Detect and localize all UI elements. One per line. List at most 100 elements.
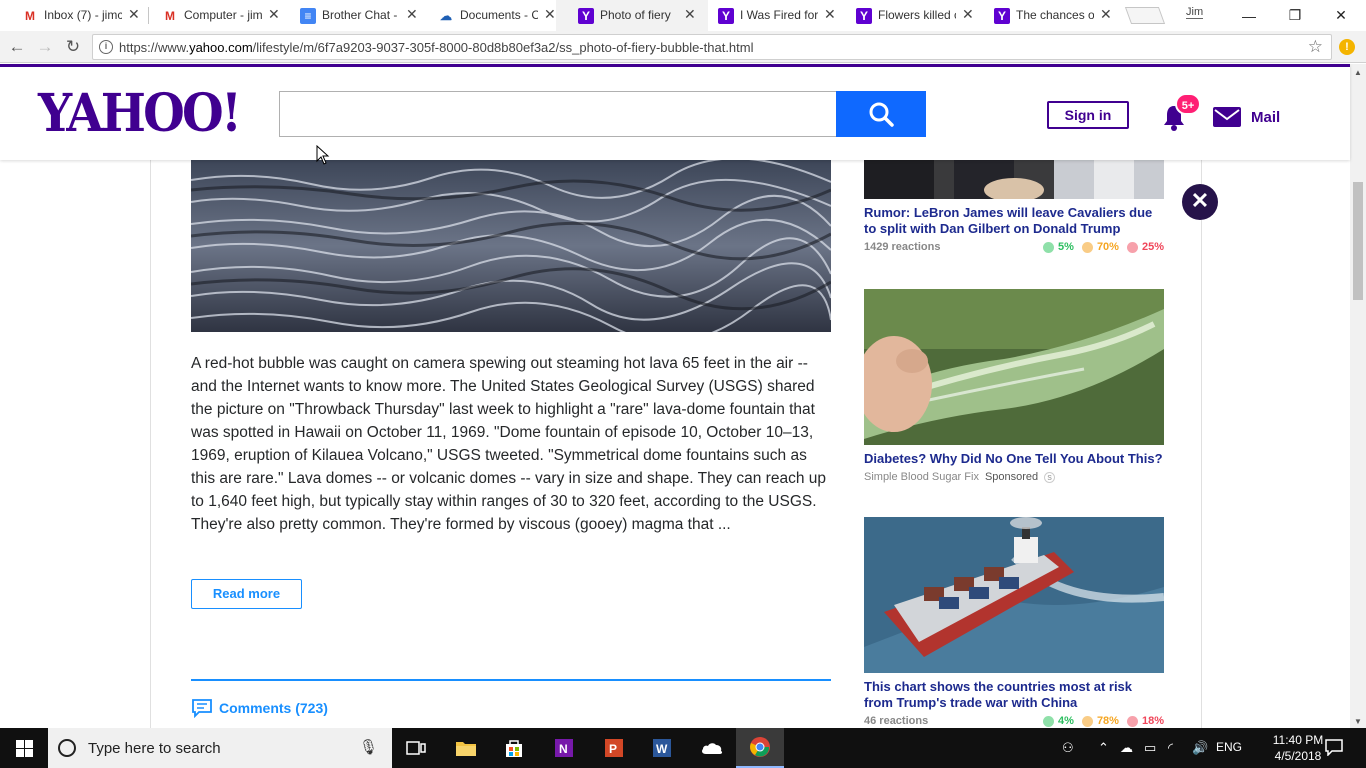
- store-button[interactable]: [490, 728, 538, 768]
- page-viewport: A red-hot bubble was caught on camera sp…: [0, 64, 1366, 728]
- tab-title: I Was Fired for: [740, 8, 818, 22]
- onedrive-icon: ☁: [440, 9, 452, 23]
- ad-info-icon[interactable]: s: [1044, 471, 1056, 483]
- mail-link[interactable]: Mail: [1213, 107, 1280, 127]
- info-icon[interactable]: i: [99, 40, 113, 54]
- windows-logo-icon: [15, 739, 33, 757]
- sad-face-icon: [1126, 241, 1138, 253]
- profile-button[interactable]: Jim: [1186, 6, 1204, 19]
- new-tab-button[interactable]: [1124, 7, 1166, 24]
- notification-center-icon[interactable]: [1325, 738, 1343, 756]
- scrollbar-thumb[interactable]: [1353, 182, 1363, 300]
- close-tab-icon[interactable]: ✕: [544, 6, 556, 23]
- sponsored-label: Sponsored: [984, 471, 1039, 483]
- close-tab-icon[interactable]: ✕: [1100, 6, 1112, 23]
- search-button[interactable]: [836, 91, 926, 137]
- file-explorer-button[interactable]: [442, 728, 490, 768]
- taskbar-search[interactable]: Type here to search 🎙: [48, 728, 392, 768]
- article-body: A red-hot bubble was caught on camera sp…: [191, 355, 826, 533]
- search-icon: [869, 102, 894, 127]
- tab-i-was-fired[interactable]: Y I Was Fired for ✕: [696, 0, 844, 31]
- bookmark-star-icon[interactable]: ☆: [1308, 37, 1323, 57]
- tab-documents[interactable]: ☁ Documents - C ✕: [416, 0, 564, 31]
- page-scrollbar[interactable]: ▲ ▼: [1350, 64, 1366, 728]
- tab-brother-chat[interactable]: ≡ Brother Chat - ✕: [278, 0, 426, 31]
- comment-icon: [192, 699, 212, 718]
- read-more-button[interactable]: Read more: [191, 579, 302, 609]
- restore-button[interactable]: ❐: [1272, 0, 1318, 31]
- forward-button[interactable]: →: [34, 36, 56, 58]
- chevron-up-icon[interactable]: ⌃: [1098, 740, 1109, 756]
- tab-computer[interactable]: M Computer - jim ✕: [140, 0, 288, 31]
- microphone-icon[interactable]: 🎙: [359, 738, 378, 756]
- tab-title: The chances of: [1016, 8, 1094, 22]
- task-view-button[interactable]: [392, 728, 440, 768]
- extension-alert-icon[interactable]: !: [1339, 39, 1355, 55]
- window-close-button[interactable]: ✕: [1318, 0, 1364, 31]
- tab-photo-of-fiery[interactable]: Y Photo of fiery ✕: [556, 0, 708, 31]
- tab-inbox[interactable]: M Inbox (7) - jimc ✕: [0, 0, 148, 31]
- rail-item-3-image[interactable]: [864, 517, 1164, 673]
- back-button[interactable]: ←: [6, 36, 28, 58]
- search-box[interactable]: [279, 91, 837, 137]
- onedrive-tray-icon[interactable]: ☁: [1120, 740, 1133, 756]
- battery-icon[interactable]: ▭: [1144, 740, 1156, 756]
- rail-item-1-title[interactable]: Rumor: LeBron James will leave Cavaliers…: [864, 205, 1164, 237]
- tab-the-chances[interactable]: Y The chances of ✕: [972, 0, 1120, 31]
- tab-title: Flowers killed c: [878, 8, 956, 22]
- powerpoint-button[interactable]: P: [590, 728, 638, 768]
- scroll-down-icon[interactable]: ▼: [1354, 717, 1362, 726]
- onedrive-button[interactable]: [688, 728, 736, 768]
- rail-item-1-meta: 1429 reactions 5% 70% 25%: [864, 241, 1164, 253]
- cortana-icon: [58, 739, 76, 757]
- rail-item-2-image[interactable]: [864, 289, 1164, 445]
- clock[interactable]: 11:40 PM 4/5/2018: [1269, 732, 1327, 764]
- happy-reaction: 5%: [1043, 241, 1074, 253]
- close-rail-button[interactable]: ✕: [1182, 184, 1218, 220]
- sign-in-button[interactable]: Sign in: [1047, 101, 1129, 129]
- search-input[interactable]: [280, 92, 837, 136]
- people-icon[interactable]: ⚇: [1062, 740, 1074, 756]
- url-text[interactable]: https://www.yahoo.com/lifestyle/m/6f7a92…: [119, 40, 754, 55]
- rail-item-3-title[interactable]: This chart shows the countries most at r…: [864, 679, 1164, 711]
- store-bag-icon: [506, 740, 522, 757]
- chrome-button[interactable]: [736, 728, 784, 768]
- neutral-reaction: 78%: [1081, 715, 1119, 727]
- yahoo-logo[interactable]: YAHOO!: [38, 83, 242, 144]
- rail-item-1-image[interactable]: [864, 160, 1164, 199]
- ad-source: Simple Blood Sugar Fix: [864, 471, 979, 483]
- tab-title: Photo of fiery: [600, 8, 671, 22]
- docs-icon: ≡: [300, 8, 316, 24]
- clock-time: 11:40 PM: [1272, 733, 1324, 747]
- svg-text:P: P: [609, 742, 617, 756]
- sad-reaction: 18%: [1126, 715, 1164, 727]
- neutral-face-icon: [1081, 715, 1093, 727]
- mail-label: Mail: [1251, 108, 1281, 126]
- yahoo-header: YAHOO! Sign in 5+ Mail: [0, 64, 1350, 160]
- start-button[interactable]: [0, 728, 48, 768]
- word-button[interactable]: W: [638, 728, 686, 768]
- yahoo-icon: Y: [718, 8, 734, 24]
- scroll-up-icon[interactable]: ▲: [1354, 68, 1362, 77]
- onenote-button[interactable]: N: [540, 728, 588, 768]
- close-tab-icon[interactable]: ✕: [128, 6, 140, 23]
- address-bar[interactable]: i https://www.yahoo.com/lifestyle/m/6f7a…: [92, 34, 1332, 60]
- comments-link[interactable]: Comments (723): [191, 698, 328, 718]
- reload-button[interactable]: ↻: [62, 36, 84, 58]
- minimize-button[interactable]: —: [1226, 0, 1272, 31]
- wifi-icon[interactable]: ◜: [1168, 740, 1173, 756]
- clock-date: 4/5/2018: [1274, 749, 1322, 763]
- neutral-face-icon: [1081, 241, 1093, 253]
- rail-item-2-title[interactable]: Diabetes? Why Did No One Tell You About …: [864, 451, 1164, 467]
- language-indicator[interactable]: ENG: [1216, 740, 1242, 754]
- close-tab-icon[interactable]: ✕: [684, 6, 696, 23]
- sad-reaction: 25%: [1126, 241, 1164, 253]
- taskbar-search-placeholder: Type here to search: [88, 739, 221, 757]
- mouse-cursor-icon: [316, 145, 330, 165]
- mail-icon: [1213, 107, 1241, 127]
- notification-badge: 5+: [1175, 93, 1201, 115]
- yahoo-icon: Y: [994, 8, 1010, 24]
- volume-icon[interactable]: 🔊: [1192, 740, 1208, 756]
- rail-item-3-meta: 46 reactions 4% 78% 18%: [864, 715, 1164, 727]
- tab-flowers-killed[interactable]: Y Flowers killed c ✕: [834, 0, 982, 31]
